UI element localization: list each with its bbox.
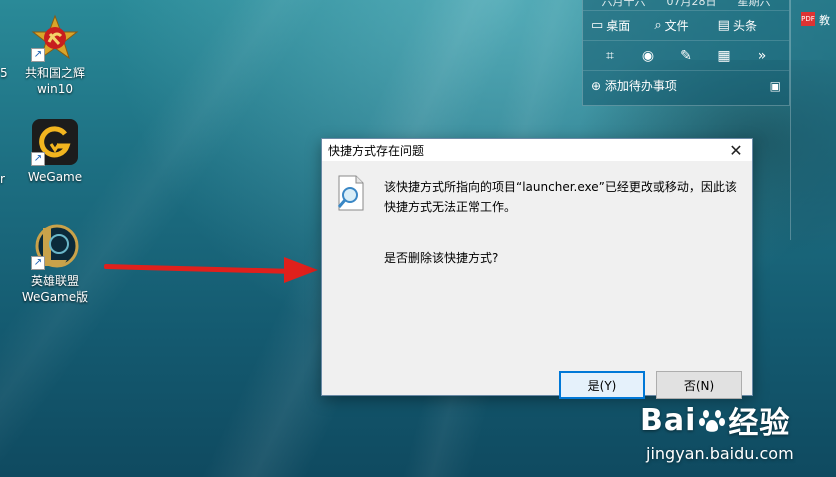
brand-left: Bai <box>640 402 697 438</box>
widget-desktop-label: 桌面 <box>606 19 631 33</box>
desktop-icon-league[interactable]: ↗ 英雄联盟 WeGame版 <box>10 222 100 305</box>
widget-files-button[interactable]: ⌕ 文件 <box>654 17 717 34</box>
pdf-file-icon[interactable]: PDF <box>801 12 815 26</box>
crop-icon[interactable]: ⌗ <box>591 48 629 64</box>
annotation-arrow-shaft <box>103 264 293 274</box>
shortcut-problem-dialog: 快捷方式存在问题 ✕ 该快捷方式所指向的项目“launcher.exe”已经更改… <box>321 138 753 399</box>
desktop-icon-republic[interactable]: ↗ 共和国之辉 win10 <box>10 14 100 97</box>
baidu-paw-icon <box>699 410 726 432</box>
widget-files-label: 文件 <box>664 19 689 33</box>
brand-right: 经验 <box>728 406 791 441</box>
icon-label-line2: win10 <box>36 82 74 96</box>
shortcut-arrow-icon: ↗ <box>31 256 45 270</box>
baidu-jingyan-watermark: Bai 经验 jingyan.baidu.com <box>640 398 830 468</box>
icon-label-line2: WeGame版 <box>21 290 89 304</box>
republic-emblem-icon: ↗ <box>31 14 79 62</box>
search-icon: ⌕ <box>654 18 662 33</box>
eye-icon[interactable]: ◉ <box>629 48 667 64</box>
dialog-title: 快捷方式存在问题 <box>328 143 425 158</box>
weekday: 星期六 <box>737 0 771 8</box>
date-row: 六月十六 07月28日 星期六 <box>583 0 789 10</box>
close-icon: ✕ <box>729 140 743 160</box>
icon-label-line1: 共和国之辉 <box>24 66 85 80</box>
qr-code-icon[interactable]: ▣ <box>770 79 781 93</box>
edge-fragment-2: r <box>0 172 5 186</box>
widget-tools-row: ⌗ ◉ ✎ ▦ » <box>583 40 789 70</box>
desktop-icon: ▭ <box>591 18 604 33</box>
add-todo-button[interactable]: ⊕ 添加待办事项 <box>591 77 677 94</box>
dialog-question: 是否删除该快捷方式? <box>384 251 499 265</box>
baidu-logo: Bai 经验 <box>640 398 830 442</box>
widget-shortcuts-row: ▭ 桌面 ⌕ 文件 ▤ 头条 <box>583 10 789 40</box>
edit-icon[interactable]: ✎ <box>667 48 705 64</box>
icon-label-line1: WeGame <box>27 170 83 184</box>
widget-desktop-button[interactable]: ▭ 桌面 <box>591 17 654 34</box>
document-icon: ▤ <box>717 18 730 33</box>
edge-fragment-1: 5 <box>0 66 8 80</box>
icon-label-line1: 英雄联盟 <box>30 274 79 288</box>
calculator-icon[interactable]: ▦ <box>705 48 743 64</box>
shortcut-arrow-icon: ↗ <box>31 48 45 62</box>
desktop-widget-panel: 六月十六 07月28日 星期六 ▭ 桌面 ⌕ 文件 ▤ 头条 ⌗ ◉ ✎ ▦ »… <box>582 0 790 106</box>
side-widget-strip: PDF 教 <box>790 0 836 240</box>
watermark-url: jingyan.baidu.com <box>646 444 794 463</box>
dialog-titlebar[interactable]: 快捷方式存在问题 ✕ <box>322 139 752 161</box>
yes-button[interactable]: 是(Y) <box>559 371 645 399</box>
close-button[interactable]: ✕ <box>720 139 752 161</box>
annotation-arrow-head <box>284 257 318 283</box>
add-todo-label: 添加待办事项 <box>604 79 677 93</box>
dialog-content: 该快捷方式所指向的项目“launcher.exe”已经更改或移动，因此该快捷方式… <box>322 161 752 399</box>
shortcut-arrow-icon: ↗ <box>31 152 45 166</box>
more-chevrons-icon[interactable]: » <box>743 48 781 64</box>
side-strip-text: 教 <box>819 14 830 27</box>
broken-shortcut-icon <box>336 175 366 211</box>
widget-headlines-label: 头条 <box>732 19 757 33</box>
wegame-icon: ↗ <box>31 118 79 166</box>
widget-todo-row[interactable]: ⊕ 添加待办事项 ▣ <box>583 70 789 100</box>
widget-headlines-button[interactable]: ▤ 头条 <box>718 17 781 34</box>
desktop-icon-wegame[interactable]: ↗ WeGame <box>10 118 100 185</box>
plus-circle-icon: ⊕ <box>591 79 602 93</box>
solar-date: 07月28日 <box>666 0 717 8</box>
lunar-date: 六月十六 <box>601 0 646 8</box>
dialog-message: 该快捷方式所指向的项目“launcher.exe”已经更改或移动，因此该快捷方式… <box>384 180 737 214</box>
league-of-legends-icon: ↗ <box>31 222 79 270</box>
no-button[interactable]: 否(N) <box>656 371 742 399</box>
